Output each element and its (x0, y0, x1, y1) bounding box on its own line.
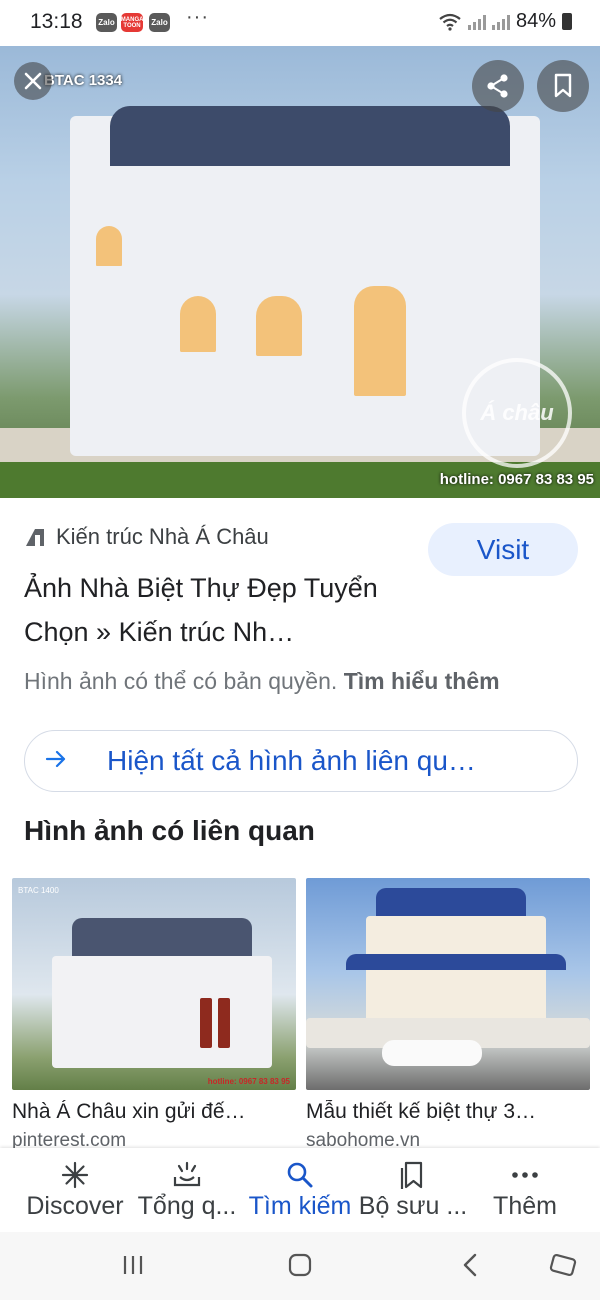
hero-window (96, 226, 122, 266)
architecture-logo: Á châu (462, 358, 572, 468)
show-all-label: Hiện tất cả hình ảnh liên qu… (107, 745, 476, 776)
status-bar: 13:18 Zalo MANGA TOON Zalo ··· 84% (0, 0, 600, 46)
bookmark-button[interactable] (537, 60, 589, 112)
battery-icon (562, 13, 572, 30)
hero-roof (110, 106, 510, 166)
mangatoon-app-icon: MANGA TOON (121, 13, 143, 32)
close-icon (24, 72, 42, 90)
share-button[interactable] (472, 60, 524, 112)
bookmark-icon (554, 73, 572, 98)
nav-collections[interactable]: Bộ sưu ... (348, 1160, 478, 1221)
recent-apps-button[interactable] (118, 1250, 148, 1280)
related-caption: Nhà Á Châu xin gửi đế… (12, 1100, 246, 1123)
hero-window (354, 286, 406, 396)
learn-more-link[interactable]: Tìm hiểu thêm (344, 668, 500, 694)
back-button[interactable] (455, 1250, 485, 1280)
related-caption: Mẫu thiết kế biệt thự 3… (306, 1100, 537, 1123)
nav-search[interactable]: Tìm kiếm (235, 1160, 365, 1221)
zalo-app-icon-2: Zalo (149, 13, 170, 32)
arrow-right-icon (45, 747, 71, 775)
hero-image[interactable]: Á châu BTAC 1334 hotline: 0967 83 83 95 (0, 46, 600, 498)
snapshot-icon (172, 1160, 202, 1190)
recent-apps-icon (123, 1256, 143, 1274)
close-button[interactable] (14, 62, 52, 100)
rotate-icon (549, 1253, 577, 1277)
nav-label: Thêm (493, 1192, 557, 1220)
bottom-navigation: Discover Tổng q... Tìm kiếm Bộ sưu ... T… (0, 1148, 600, 1232)
related-tag: BTAC 1400 (18, 886, 59, 895)
hero-hotline: hotline: 0967 83 83 95 (439, 471, 594, 488)
nav-discover[interactable]: Discover (10, 1160, 140, 1221)
show-all-related-button[interactable]: Hiện tất cả hình ảnh liên qu… (24, 730, 578, 792)
wifi-icon (439, 13, 461, 31)
rotate-screen-button[interactable] (546, 1250, 580, 1280)
signal-icon (467, 14, 486, 30)
back-icon (463, 1253, 477, 1277)
related-hotline: hotline: 0967 83 83 95 (207, 1077, 290, 1086)
nav-label: Discover (26, 1192, 124, 1220)
site-logo-icon (26, 529, 44, 546)
asterisk-icon (61, 1160, 89, 1190)
nav-more[interactable]: Thêm (460, 1160, 590, 1221)
collections-icon (399, 1160, 427, 1190)
related-thumbnail[interactable] (306, 878, 590, 1090)
status-indicators: 84% (438, 10, 572, 33)
source-name: Kiến trúc Nhà Á Châu (56, 524, 269, 549)
search-icon (286, 1160, 314, 1190)
hero-tag: BTAC 1334 (44, 72, 123, 89)
nav-label: Tổng q... (137, 1192, 237, 1220)
nav-label: Bộ sưu ... (358, 1192, 468, 1220)
related-item[interactable]: Mẫu thiết kế biệt thự 3… sabohome.vn (306, 878, 590, 1152)
share-icon (487, 74, 508, 98)
nav-label: Tìm kiếm (248, 1192, 352, 1220)
more-notifications-icon: ··· (186, 6, 209, 28)
home-button[interactable] (285, 1250, 315, 1280)
nav-snapshot[interactable]: Tổng q... (122, 1160, 252, 1221)
system-navigation-bar (0, 1232, 600, 1300)
zalo-app-icon: Zalo (96, 13, 117, 32)
hero-window (256, 296, 302, 356)
related-thumbnail[interactable]: BTAC 1400 hotline: 0967 83 83 95 (12, 878, 296, 1090)
battery-percent: 84% (515, 10, 556, 32)
copyright-notice: Hình ảnh có thể có bản quyền. Tìm hiểu t… (24, 668, 500, 695)
hero-window (180, 296, 216, 352)
visit-button[interactable]: Visit (428, 523, 578, 576)
related-section-title: Hình ảnh có liên quan (24, 815, 315, 846)
signal-icon-2 (491, 14, 510, 30)
result-title[interactable]: Ảnh Nhà Biệt Thự Đẹp Tuyển Chọn » Kiến t… (24, 566, 424, 654)
home-icon (288, 1253, 312, 1277)
copyright-text: Hình ảnh có thể có bản quyền. (24, 668, 338, 694)
source-row[interactable]: Kiến trúc Nhà Á Châu (24, 524, 269, 550)
more-icon (511, 1160, 539, 1190)
status-time: 13:18 (30, 10, 83, 33)
related-item[interactable]: BTAC 1400 hotline: 0967 83 83 95 Nhà Á C… (12, 878, 296, 1152)
